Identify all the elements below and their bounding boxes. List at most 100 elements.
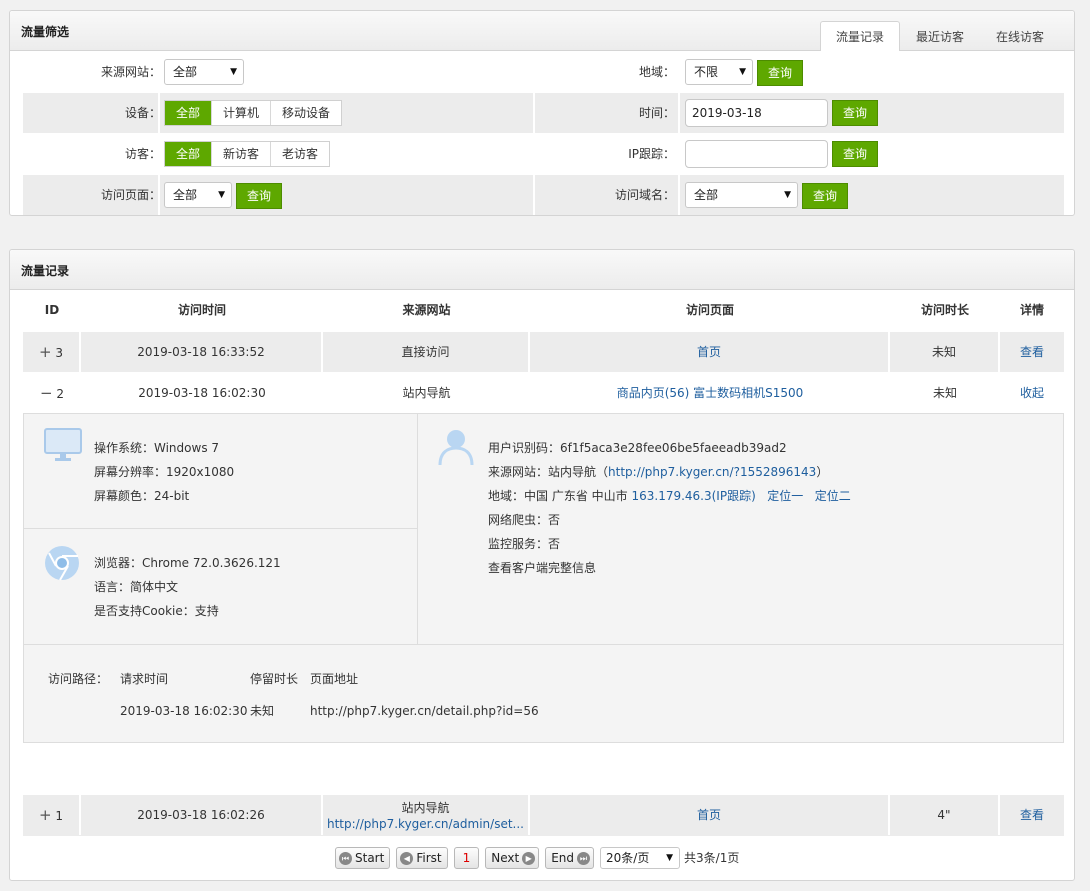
domain-query-button[interactable]: 查询	[802, 183, 848, 209]
expand-toggle[interactable]: +	[39, 806, 52, 824]
page-link[interactable]: 商品内页(56) 富士数码相机S1500	[617, 386, 804, 400]
path-row-url-link[interactable]: http://php7.kyger.cn/detail.php?id=56	[310, 699, 539, 723]
region-query-button[interactable]: 查询	[757, 60, 803, 86]
collapse-link[interactable]: 收起	[1020, 386, 1044, 400]
col-source: 来源网站	[402, 303, 451, 317]
row-id: − 2	[23, 373, 81, 413]
skip-back-icon: ⏮	[339, 851, 352, 865]
row-detail-panel: 操作系统：Windows 7 屏幕分辨率：1920x1080 屏幕颜色：24-b…	[23, 413, 1064, 743]
divider	[158, 175, 160, 215]
pagination: ⏮ Start ◀ First 1 Next ▶ End ⏭ 20条/页 ▼ 共3条/1…	[335, 847, 739, 869]
page-query-button[interactable]: 查询	[236, 183, 282, 209]
expand-toggle[interactable]: +	[39, 343, 52, 361]
device-option-computer[interactable]: 计算机	[212, 101, 272, 125]
chevron-down-icon: ▼	[230, 67, 237, 77]
filter-row-visitor: 访客： 全部 新访客 老访客 IP跟踪： 查询	[23, 134, 1064, 174]
current-page-number: 1	[462, 851, 471, 865]
visitor-label: 访客：	[124, 147, 161, 161]
row-page-link: 首页	[530, 795, 890, 835]
pager-next-label: Next	[491, 851, 520, 865]
visitor-option-all[interactable]: 全部	[165, 142, 213, 166]
system-info-box: 操作系统：Windows 7 屏幕分辨率：1920x1080 屏幕颜色：24-b…	[24, 414, 418, 529]
pager-first-label: First	[416, 851, 442, 865]
divider	[533, 175, 535, 215]
ip-track-link[interactable]: 163.179.46.3(IP跟踪)	[631, 489, 755, 503]
view-link[interactable]: 查看	[1020, 808, 1044, 822]
resolution-text: 屏幕分辨率：1920x1080	[94, 465, 235, 479]
region-label: 地域：	[638, 65, 675, 79]
row-source-url[interactable]: http://php7.kyger.cn/admin/set...	[323, 816, 528, 832]
row-time: 2019-03-18 16:02:26	[81, 795, 323, 835]
source-url-link[interactable]: http://php7.kyger.cn/?1552896143	[608, 465, 816, 479]
device-option-all[interactable]: 全部	[165, 101, 213, 125]
path-row-time: 2019-03-18 16:02:30	[120, 704, 248, 718]
pager-start-button[interactable]: ⏮ Start	[335, 847, 391, 869]
ip-query-button[interactable]: 查询	[832, 141, 878, 167]
skip-forward-icon: ⏭	[577, 851, 591, 865]
collapse-toggle[interactable]: −	[40, 384, 53, 402]
domain-label: 访问域名：	[614, 188, 675, 202]
source-site-select[interactable]: 全部 ▼	[164, 59, 244, 85]
view-link[interactable]: 查看	[1020, 345, 1044, 359]
per-page-select[interactable]: 20条/页 ▼	[600, 847, 681, 869]
pager-current-page[interactable]: 1	[453, 847, 480, 869]
full-client-info-link[interactable]: 查看客户端完整信息	[488, 556, 596, 580]
records-panel-header: 流量记录	[10, 250, 1074, 290]
path-row-stay: 未知	[250, 704, 275, 718]
pager-first-button[interactable]: ◀ First	[396, 847, 448, 869]
color-depth-text: 屏幕颜色：24-bit	[94, 489, 190, 503]
user-info-box: 用户识别码：6f1f5aca3e28fee06be5faeeadb39ad2 来…	[418, 414, 1063, 644]
time-input[interactable]: 2019-03-18	[685, 99, 828, 127]
chevron-down-icon: ▼	[218, 190, 225, 200]
region-line: 地域：中国 广东省 中山市 163.179.46.3(IP跟踪) 定位一 定位二	[488, 484, 851, 508]
filter-panel: 流量筛选 流量记录 最近访客 在线访客 来源网站： 全部 ▼ 地域： 不限 ▼ …	[9, 10, 1075, 216]
filter-panel-header: 流量筛选 流量记录 最近访客 在线访客	[10, 11, 1074, 51]
region-select[interactable]: 不限 ▼	[685, 59, 753, 85]
monitor-text: 监控服务：否	[488, 537, 561, 551]
record-tabs: 流量记录 最近访客 在线访客	[819, 21, 1060, 51]
source-line: 来源网站：站内导航（http://php7.kyger.cn/?15528961…	[488, 460, 828, 484]
user-id-text: 用户识别码：6f1f5aca3e28fee06be5faeeadb39ad2	[488, 441, 787, 455]
col-duration: 访问时长	[920, 303, 969, 317]
col-time: 访问时间	[177, 303, 226, 317]
page-value: 全部	[173, 188, 198, 202]
row-time: 2019-03-18 16:02:30	[138, 386, 266, 400]
tab-online-visitors[interactable]: 在线访客	[980, 21, 1060, 51]
row-id-value: 3	[55, 346, 64, 360]
domain-select[interactable]: 全部 ▼	[685, 182, 798, 208]
locate-two-link[interactable]: 定位二	[815, 489, 851, 503]
filter-row-page: 访问页面： 全部 ▼ 查询 访问域名： 全部 ▼ 查询	[23, 175, 1064, 215]
visit-path-box: 访问路径： 请求时间 停留时长 页面地址 2019-03-18 16:02:30…	[24, 644, 1063, 742]
row-action: 查看	[1000, 332, 1064, 372]
filter-row-source: 来源网站： 全部 ▼ 地域： 不限 ▼ 查询	[23, 52, 1064, 92]
pager-summary: 共3条/1页	[684, 851, 740, 865]
visitor-option-returning[interactable]: 老访客	[271, 142, 329, 166]
divider	[678, 175, 680, 215]
page-select[interactable]: 全部 ▼	[164, 182, 232, 208]
device-option-mobile[interactable]: 移动设备	[271, 101, 341, 125]
filter-row-device: 设备： 全部 计算机 移动设备 时间： 2019-03-18 查询	[23, 93, 1064, 133]
row-action: 查看	[1000, 795, 1064, 835]
crawler-text: 网络爬虫：否	[488, 513, 561, 527]
time-query-button[interactable]: 查询	[832, 100, 878, 126]
visitor-option-new[interactable]: 新访客	[212, 142, 272, 166]
page-link[interactable]: 首页	[697, 345, 721, 359]
ip-label: IP跟踪：	[628, 147, 675, 161]
arrow-right-icon: ▶	[522, 851, 536, 865]
divider	[158, 93, 160, 133]
source-site-value: 全部	[173, 65, 198, 79]
pager-end-button[interactable]: End ⏭	[545, 847, 595, 869]
browser-text: 浏览器：Chrome 72.0.3626.121	[94, 556, 281, 570]
row-id: + 1	[23, 795, 81, 835]
browser-info-lines: 浏览器：Chrome 72.0.3626.121 语言：简体中文 是否支持Coo…	[94, 551, 404, 631]
ip-input[interactable]	[685, 140, 828, 168]
row-page-link: 首页	[530, 332, 890, 372]
chrome-icon	[45, 546, 79, 581]
locate-one-link[interactable]: 定位一	[767, 489, 803, 503]
page-link[interactable]: 首页	[697, 808, 721, 822]
row-source: 站内导航	[402, 386, 451, 400]
pager-end-label: End	[551, 851, 575, 865]
pager-next-button[interactable]: Next ▶	[485, 847, 540, 869]
tab-traffic-records[interactable]: 流量记录	[819, 21, 900, 51]
tab-recent-visitors[interactable]: 最近访客	[900, 21, 980, 51]
